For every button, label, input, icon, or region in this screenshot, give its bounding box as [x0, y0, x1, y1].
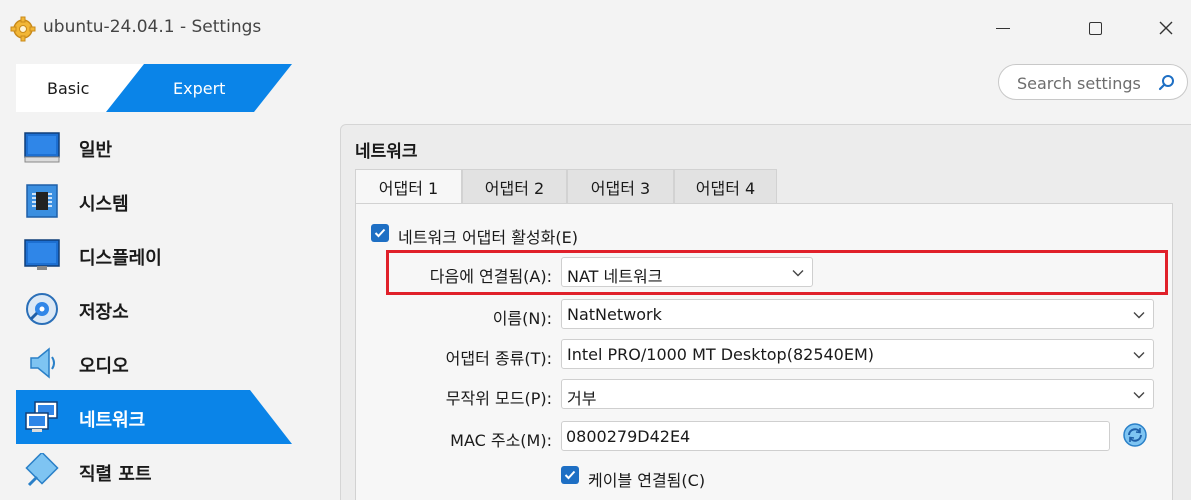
- close-icon: [1159, 21, 1173, 35]
- chip-icon: [26, 184, 58, 218]
- sidebar-item-network[interactable]: 네트워크: [16, 390, 292, 444]
- tab-adapter-4[interactable]: 어댑터 4: [674, 169, 777, 203]
- virtualbox-gear-icon: [10, 16, 36, 42]
- cable-connected-label: 케이블 연결됨(C): [588, 471, 706, 490]
- mac-address-label: MAC 주소(M):: [450, 431, 552, 450]
- mac-address-field[interactable]: [561, 421, 1110, 451]
- search-input[interactable]: [1017, 73, 1153, 93]
- network-icon: [25, 401, 58, 432]
- general-icon: [24, 132, 60, 163]
- maximize-icon: [1088, 21, 1102, 35]
- tab-adapter-3[interactable]: 어댑터 3: [567, 169, 674, 203]
- monitor-icon: [24, 239, 60, 270]
- disk-icon: [26, 293, 58, 325]
- adapter-type-label: 어댑터 종류(T):: [445, 349, 552, 368]
- search-icon[interactable]: [1157, 73, 1177, 93]
- minimize-icon: [996, 27, 1010, 29]
- sidebar-item-general[interactable]: 일반: [16, 120, 292, 174]
- chevron-down-icon: [1133, 312, 1145, 319]
- tab-adapter-2[interactable]: 어댑터 2: [462, 169, 567, 203]
- enable-adapter-checkbox[interactable]: [371, 224, 389, 242]
- search-box[interactable]: [998, 64, 1188, 100]
- sidebar-item-label: 오디오: [79, 356, 129, 377]
- maximize-button[interactable]: [1072, 12, 1118, 44]
- minimize-button[interactable]: [980, 12, 1026, 44]
- generate-mac-refresh-icon[interactable]: [1122, 422, 1148, 448]
- title-bar: ubuntu-24.04.1 - Settings: [0, 0, 1191, 56]
- expert-mode-button[interactable]: [16, 64, 292, 112]
- chevron-down-icon: [1133, 392, 1145, 399]
- chevron-down-icon: [1133, 352, 1145, 359]
- promiscuous-mode-value: 거부: [567, 389, 597, 408]
- serial-port-icon: [25, 453, 59, 487]
- promiscuous-mode-label: 무작위 모드(P):: [445, 389, 552, 408]
- mode-toggle: Basic Expert: [16, 64, 292, 112]
- sidebar-item-storage[interactable]: 저장소: [16, 282, 292, 336]
- network-name-value: NatNetwork: [567, 305, 662, 324]
- expert-mode-label: Expert: [173, 79, 226, 98]
- attached-to-highlight: [386, 250, 1168, 295]
- sidebar-item-label: 디스플레이: [79, 248, 162, 269]
- sidebar-item-audio[interactable]: 오디오: [16, 336, 292, 390]
- sidebar-item-display[interactable]: 디스플레이: [16, 228, 292, 282]
- panel-title: 네트워크: [355, 142, 418, 162]
- checkmark-icon: [374, 228, 386, 238]
- promiscuous-mode-select[interactable]: 거부: [561, 379, 1154, 409]
- sidebar-item-label: 저장소: [79, 302, 129, 323]
- network-name-select[interactable]: NatNetwork: [561, 299, 1154, 329]
- sidebar-item-label: 직렬 포트: [79, 464, 152, 485]
- sidebar: 일반 시스템 디스플레이 저장소 오디오 네트워크 직렬 포트: [16, 120, 316, 500]
- sidebar-item-serial-port[interactable]: 직렬 포트: [16, 444, 292, 498]
- adapter-type-select[interactable]: Intel PRO/1000 MT Desktop(82540EM): [561, 339, 1154, 369]
- checkmark-icon: [564, 470, 576, 480]
- sidebar-item-label: 네트워크: [79, 410, 146, 431]
- adapter-type-value: Intel PRO/1000 MT Desktop(82540EM): [567, 345, 875, 364]
- mac-address-input[interactable]: [566, 427, 1066, 446]
- sidebar-item-system[interactable]: 시스템: [16, 174, 292, 228]
- speaker-icon: [30, 347, 55, 379]
- tab-adapter-1[interactable]: 어댑터 1: [355, 169, 462, 204]
- sidebar-item-label: 일반: [79, 140, 113, 161]
- enable-adapter-label: 네트워크 어댑터 활성화(E): [398, 228, 578, 247]
- cable-connected-checkbox[interactable]: [561, 466, 579, 484]
- window-title: ubuntu-24.04.1 - Settings: [43, 17, 262, 37]
- close-button[interactable]: [1143, 12, 1189, 44]
- sidebar-item-label: 시스템: [79, 194, 129, 215]
- name-label: 이름(N):: [492, 309, 552, 328]
